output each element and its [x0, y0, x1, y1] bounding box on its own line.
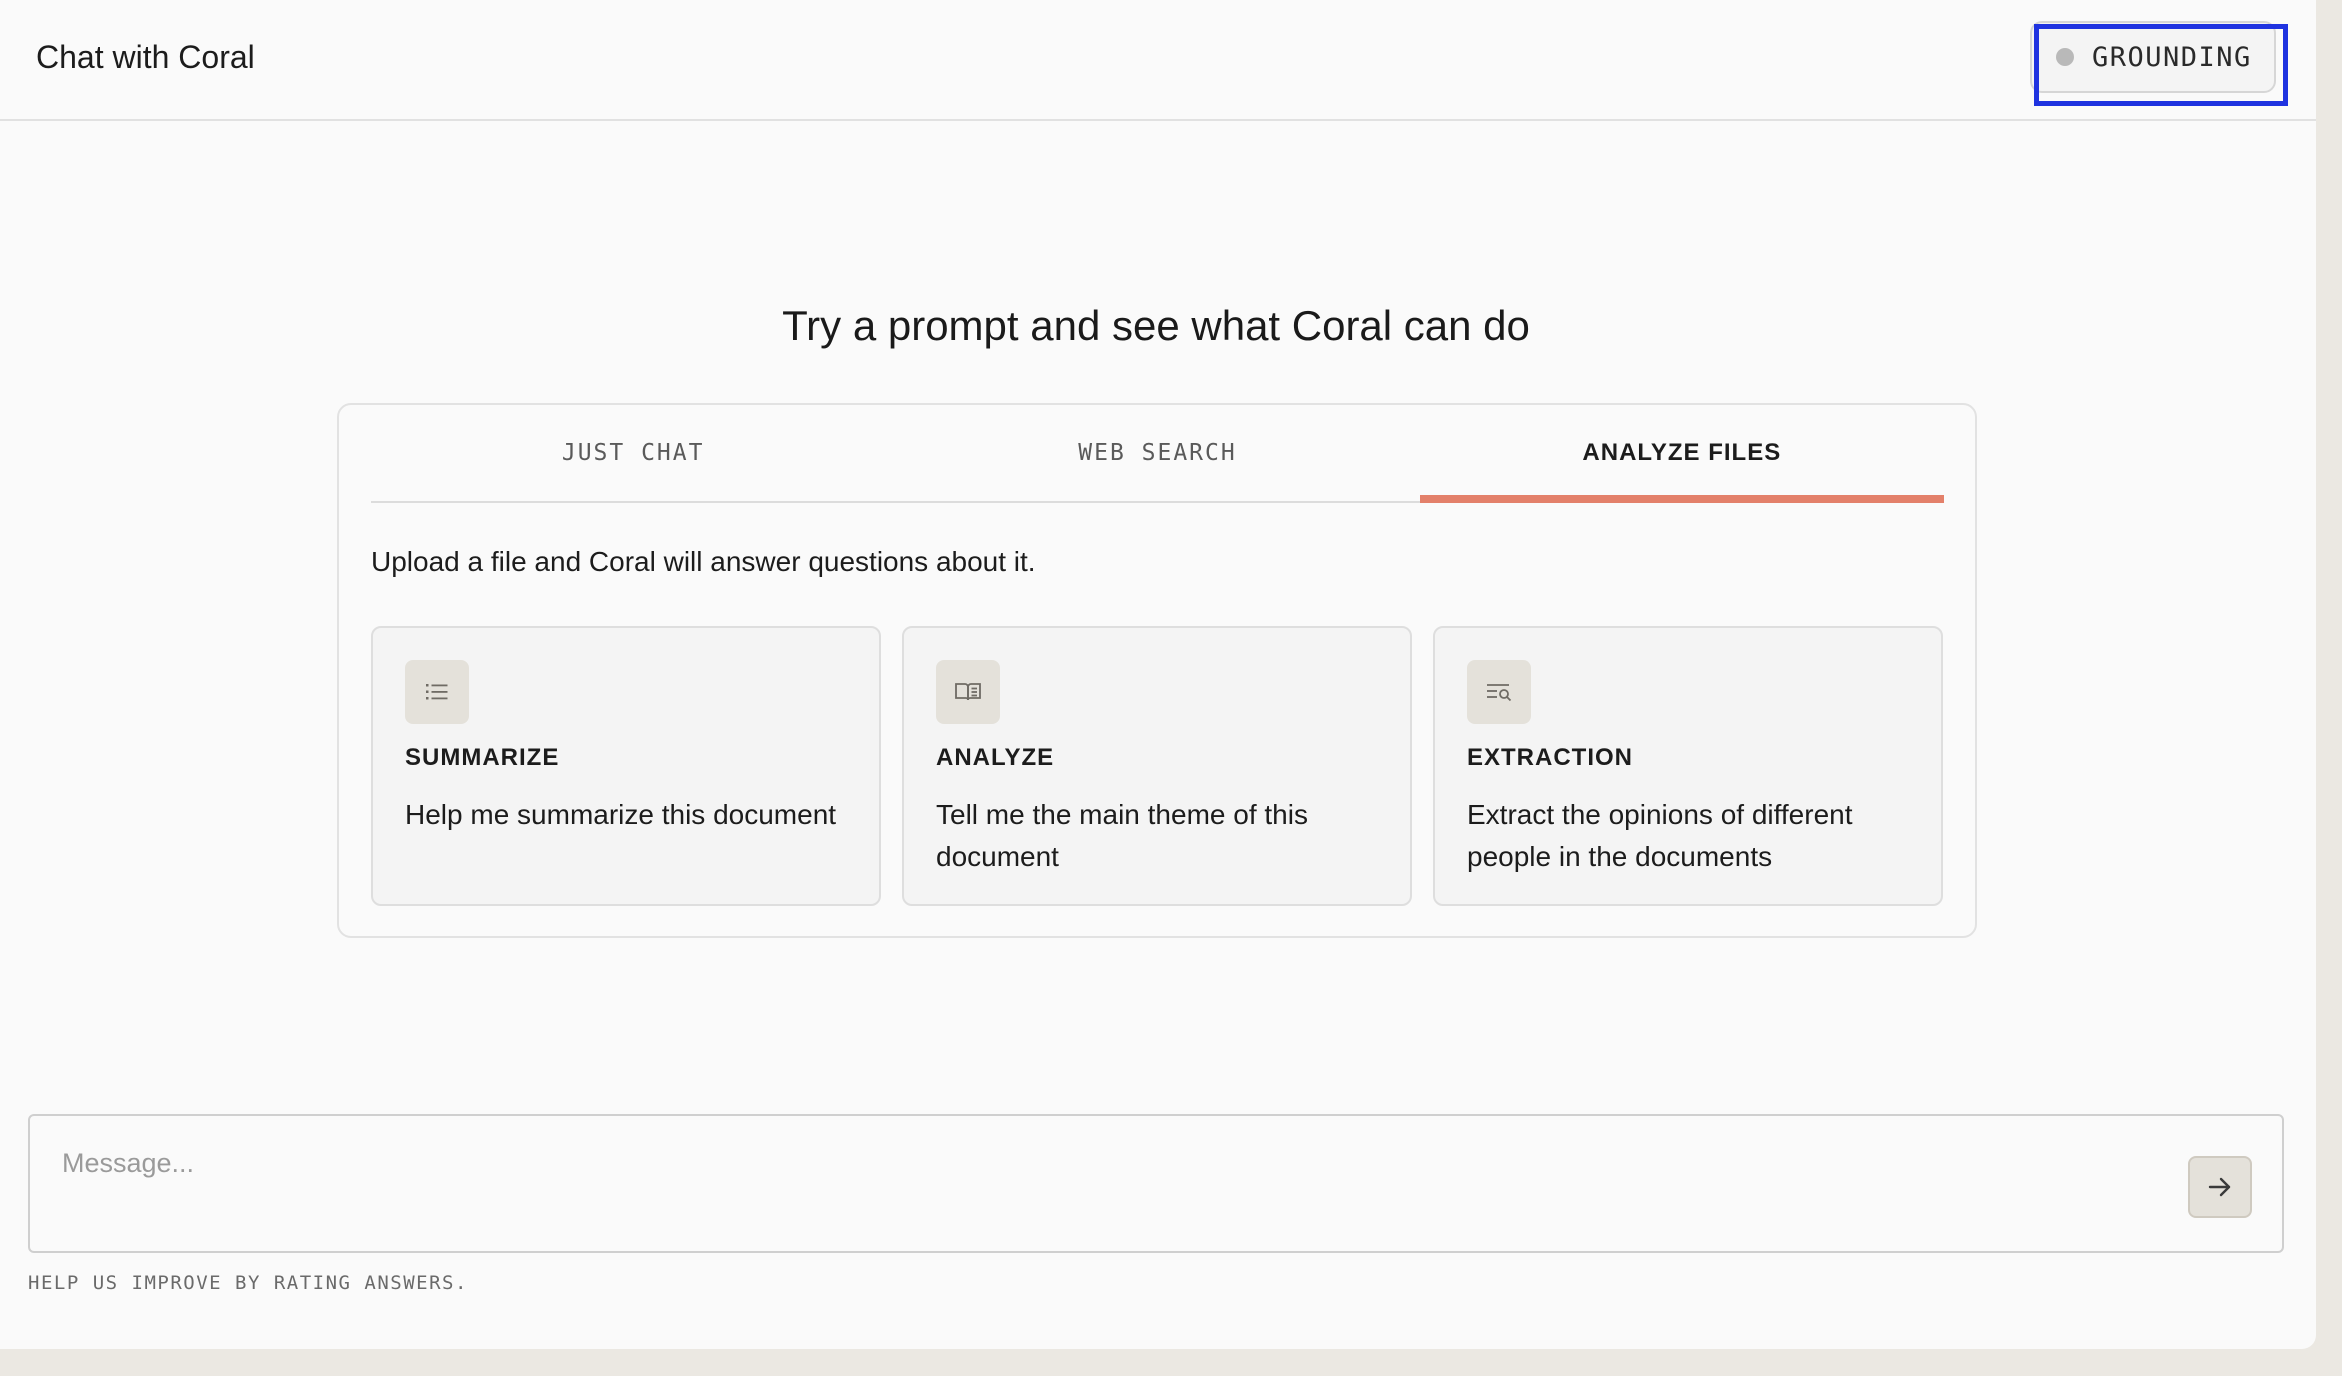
- tab-web-search[interactable]: WEB SEARCH: [895, 405, 1419, 501]
- card-text: Tell me the main theme of this document: [936, 799, 1308, 872]
- header: Chat with Coral GROUNDING: [0, 0, 2316, 121]
- footer-note: HELP US IMPROVE BY RATING ANSWERS.: [28, 1272, 468, 1294]
- grounding-toggle-button[interactable]: GROUNDING: [2030, 21, 2276, 93]
- prompt-cards: SUMMARIZE Help me summarize this documen…: [371, 626, 1944, 906]
- prompt-card-summarize[interactable]: SUMMARIZE Help me summarize this documen…: [371, 626, 881, 906]
- grounding-status-dot-icon: [2056, 48, 2074, 66]
- message-input[interactable]: [62, 1138, 2162, 1188]
- card-text: Extract the opinions of different people…: [1467, 799, 1853, 872]
- app-title: Chat with Coral: [36, 39, 255, 75]
- tab-just-chat[interactable]: JUST CHAT: [371, 405, 895, 501]
- prompt-panel: JUST CHAT WEB SEARCH ANALYZE FILES Uploa…: [337, 403, 1977, 938]
- app-window: Chat with Coral GROUNDING Try a prompt a…: [0, 0, 2316, 1349]
- tab-analyze-files[interactable]: ANALYZE FILES: [1419, 405, 1945, 503]
- grounding-label: GROUNDING: [2092, 41, 2252, 73]
- book-icon: [936, 660, 1000, 724]
- send-button[interactable]: [2188, 1156, 2252, 1218]
- prompt-card-analyze[interactable]: ANALYZE Tell me the main theme of this d…: [902, 626, 1412, 906]
- search-list-icon: [1467, 660, 1531, 724]
- arrow-right-icon: [2208, 1177, 2231, 1197]
- card-title: SUMMARIZE: [405, 744, 560, 771]
- prompt-tabs: JUST CHAT WEB SEARCH ANALYZE FILES: [371, 405, 1945, 503]
- prompt-card-extraction[interactable]: EXTRACTION Extract the opinions of diffe…: [1433, 626, 1943, 906]
- message-composer: [28, 1114, 2284, 1253]
- card-title: EXTRACTION: [1467, 744, 1633, 771]
- list-icon: [405, 660, 469, 724]
- tab-description: Upload a file and Coral will answer ques…: [371, 546, 1036, 577]
- page-heading: Try a prompt and see what Coral can do: [782, 302, 1530, 349]
- card-text: Help me summarize this document: [405, 799, 837, 830]
- card-title: ANALYZE: [936, 744, 1055, 771]
